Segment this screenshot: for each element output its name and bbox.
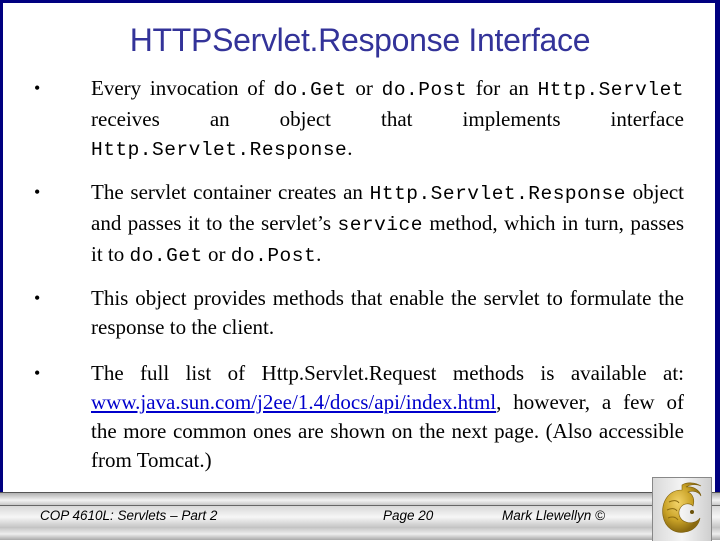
text-run: The servlet container creates an	[91, 180, 370, 204]
footer-author: Mark Llewellyn ©	[502, 508, 605, 523]
code-term: do.Post	[381, 79, 468, 101]
code-term: do.Post	[230, 245, 317, 267]
bullet-item: • Every invocation of do.Get or do.Post …	[34, 74, 684, 165]
code-term: service	[337, 214, 423, 236]
bullet-item: • The servlet container creates an Http.…	[34, 178, 684, 271]
bullet-text: This object provides methods that enable…	[91, 284, 684, 342]
code-term: do.Get	[273, 79, 347, 101]
bullet-icon: •	[34, 78, 41, 98]
text-run: The full list of Http.Servlet.Request me…	[91, 361, 684, 385]
ucf-pegasus-logo-icon	[662, 482, 702, 533]
code-term: Http.Servlet.Response	[91, 139, 348, 161]
bullet-icon: •	[34, 182, 41, 202]
text-run: receives an object that implements inter…	[91, 107, 684, 131]
code-term: Http.Servlet.Response	[369, 183, 626, 205]
api-docs-link[interactable]: www.java.sun.com/j2ee/1.4/docs/api/index…	[91, 390, 496, 414]
code-term: Http.Servlet	[537, 79, 684, 101]
text-run: or	[346, 76, 382, 100]
logo-container	[652, 477, 712, 541]
bullet-text: The servlet container creates an Http.Se…	[91, 178, 684, 271]
footer-course: COP 4610L: Servlets – Part 2	[40, 508, 218, 523]
bullet-text: The full list of Http.Servlet.Request me…	[91, 359, 684, 475]
text-run: or	[202, 242, 231, 266]
bullet-item: • This object provides methods that enab…	[34, 284, 684, 342]
footer-bar-top	[0, 492, 720, 505]
text-run: .	[347, 136, 353, 160]
slide-title: HTTPServlet.Response Interface	[129, 22, 591, 58]
text-run: This object provides methods that enable…	[91, 286, 684, 339]
bullet-icon: •	[34, 288, 41, 308]
bullet-text: Every invocation of do.Get or do.Post fo…	[91, 74, 684, 165]
text-run: .	[316, 242, 322, 266]
code-term: do.Get	[129, 245, 203, 267]
bullet-icon: •	[34, 363, 41, 383]
bullet-item: • The full list of Http.Servlet.Request …	[34, 359, 684, 475]
slide-footer: COP 4610L: Servlets – Part 2 Page 20 Mar…	[0, 492, 720, 540]
footer-page-number: Page 20	[383, 508, 434, 523]
text-run: Every invocation of	[91, 76, 274, 100]
footer-bar-bottom	[0, 528, 720, 540]
text-run: for an	[467, 76, 538, 100]
